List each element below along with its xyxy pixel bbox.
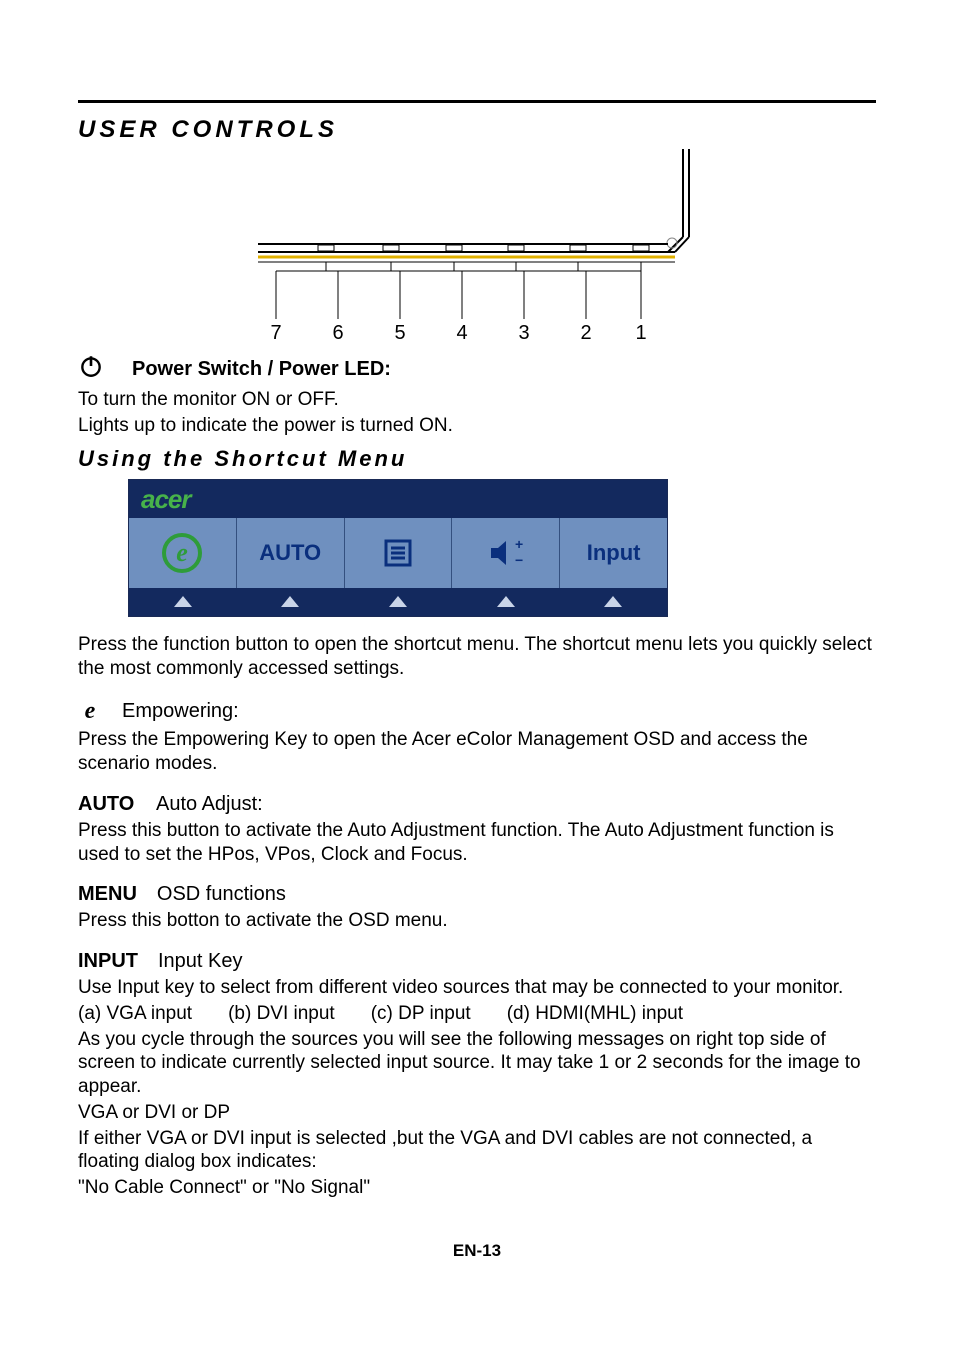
empowering-e-glyph: e — [78, 696, 102, 726]
svg-text:e: e — [177, 538, 189, 567]
menu-name: OSD functions — [157, 882, 286, 907]
volume-icon: + − — [485, 535, 527, 571]
diagram-num-3: 3 — [518, 322, 529, 344]
menu-cell-input: Input — [559, 518, 667, 588]
menu-list-icon — [380, 535, 416, 571]
arrow-2 — [237, 588, 345, 616]
input-opt-d: (d) HDMI(MHL) input — [507, 1002, 683, 1026]
diagram-num-4: 4 — [456, 322, 467, 344]
input-desc3: If either VGA or DVI input is selected ,… — [78, 1127, 876, 1175]
power-heading: Power Switch / Power LED: — [132, 357, 391, 382]
svg-text:+: + — [515, 536, 523, 552]
arrow-1 — [129, 588, 237, 616]
up-arrow-icon — [389, 596, 407, 607]
menu-cell-auto: AUTO — [236, 518, 344, 588]
power-line2: Lights up to indicate the power is turne… — [78, 414, 876, 438]
arrow-5 — [559, 588, 667, 616]
arrow-3 — [344, 588, 452, 616]
shortcut-menu-figure: acer e AUTO + − I — [128, 479, 668, 617]
menu-tag: MENU — [78, 882, 137, 907]
menu-cell-empowering: e — [129, 518, 236, 588]
up-arrow-icon — [281, 596, 299, 607]
up-arrow-icon — [497, 596, 515, 607]
auto-label: AUTO — [259, 539, 321, 567]
shortcut-menu-header: acer — [129, 480, 667, 518]
top-rule — [78, 100, 876, 103]
diagram-num-7: 7 — [270, 322, 281, 344]
input-tag: INPUT — [78, 949, 138, 974]
input-desc1: Use Input key to select from different v… — [78, 976, 876, 1000]
controls-diagram-svg: 7 6 5 4 3 2 1 — [168, 149, 708, 349]
input-desc4: "No Cable Connect" or "No Signal" — [78, 1176, 876, 1200]
arrow-4 — [452, 588, 560, 616]
empowering-e-icon: e — [160, 531, 204, 575]
shortcut-menu-arrows — [129, 588, 667, 616]
up-arrow-icon — [604, 596, 622, 607]
auto-name: Auto Adjust: — [156, 792, 263, 817]
shortcut-heading: Using the Shortcut Menu — [78, 445, 876, 473]
input-opt-c: (c) DP input — [371, 1002, 471, 1026]
empowering-name: Empowering: — [122, 699, 239, 724]
diagram-num-2: 2 — [580, 322, 591, 344]
menu-cell-volume: + − — [451, 518, 559, 588]
input-vga-line: VGA or DVI or DP — [78, 1101, 876, 1125]
diagram-num-6: 6 — [332, 322, 343, 344]
input-opt-b: (b) DVI input — [228, 1002, 335, 1026]
input-opt-a: (a) VGA input — [78, 1002, 192, 1026]
input-label: Input — [587, 539, 641, 567]
page-title: USER CONTROLS — [78, 115, 876, 145]
shortcut-menu-row: e AUTO + − Input — [129, 518, 667, 588]
input-options-list: (a) VGA input (b) DVI input (c) DP input… — [78, 1002, 876, 1026]
acer-logo: acer — [141, 483, 191, 516]
shortcut-desc: Press the function button to open the sh… — [78, 633, 876, 681]
svg-text:−: − — [515, 552, 523, 568]
page-number: EN-13 — [78, 1240, 876, 1261]
diagram-num-5: 5 — [394, 322, 405, 344]
input-desc2: As you cycle through the sources you wil… — [78, 1028, 876, 1099]
diagram-num-1: 1 — [635, 322, 646, 344]
menu-desc: Press this botton to activate the OSD me… — [78, 909, 876, 933]
menu-cell-menu — [344, 518, 452, 588]
input-name: Input Key — [158, 949, 243, 974]
up-arrow-icon — [174, 596, 192, 607]
auto-desc: Press this button to activate the Auto A… — [78, 819, 876, 867]
power-line1: To turn the monitor ON or OFF. — [78, 388, 876, 412]
empowering-desc: Press the Empowering Key to open the Ace… — [78, 728, 876, 776]
power-icon — [78, 353, 104, 386]
auto-tag: AUTO — [78, 792, 136, 817]
controls-diagram: 7 6 5 4 3 2 1 — [168, 149, 708, 349]
